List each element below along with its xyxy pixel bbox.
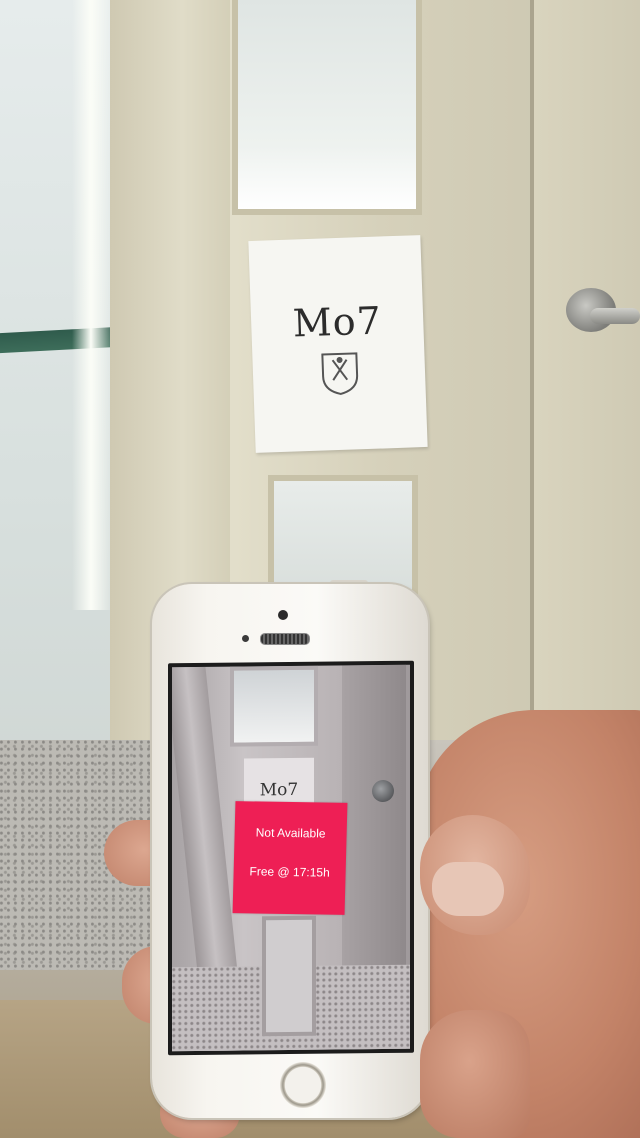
ar-status-text: Not Available <box>255 825 326 841</box>
front-camera-icon <box>278 610 288 620</box>
photo-scene: Mo7 Mo7 Not Available Free @ 17:15h <box>0 0 640 1138</box>
door-handle-lever <box>590 308 640 324</box>
second-door <box>534 0 640 720</box>
camera-room-sign-label: Mo7 <box>259 779 299 801</box>
door-window-top <box>232 0 422 215</box>
room-sign-label: Mo7 <box>292 298 383 346</box>
camera-door-handle <box>372 779 394 803</box>
camera-door-window-bottom <box>262 915 316 1037</box>
light-reflection <box>72 0 114 610</box>
camera-view: Mo7 Not Available Free @ 17:15h <box>172 664 410 1052</box>
ar-free-time-text: Free @ 17:15h <box>249 864 330 880</box>
ar-availability-card[interactable]: Not Available Free @ 17:15h <box>232 801 348 915</box>
iphone: Mo7 Not Available Free @ 17:15h <box>152 584 428 1118</box>
thumbnail <box>432 862 504 916</box>
home-button[interactable] <box>280 1062 326 1108</box>
camera-door-window <box>230 665 318 747</box>
crest-icon <box>321 352 359 395</box>
finger <box>420 1010 530 1138</box>
proximity-sensor <box>242 635 249 642</box>
phone-screen: Mo7 Not Available Free @ 17:15h <box>168 660 414 1056</box>
earpiece-speaker <box>260 633 310 645</box>
room-sign: Mo7 <box>248 235 428 453</box>
